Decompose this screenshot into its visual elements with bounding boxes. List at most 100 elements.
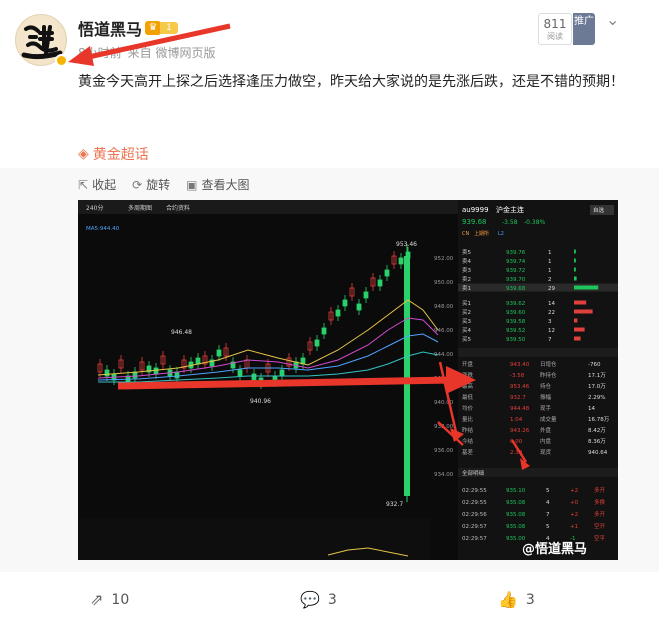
tag-l2: L2: [498, 231, 504, 237]
thumbs-up-icon: 👍: [498, 590, 518, 609]
last-price: 939.68: [462, 218, 487, 226]
orderbook-volume: 1: [548, 250, 552, 256]
collapse-icon: ⇱: [78, 178, 89, 192]
symbol-name: 沪金主连: [496, 205, 524, 214]
axis-label: 950.00: [434, 280, 454, 286]
stat-value: 943.26: [510, 428, 530, 434]
mark-high-local: 946.48: [171, 329, 192, 336]
tick-volume: 5: [546, 488, 550, 494]
trading-screenshot[interactable]: 240分 多周期图 合约资料 MA5:944.40 952.00 950.00 94…: [78, 200, 618, 560]
tf-label: 240分: [86, 204, 103, 212]
mark-low: 932.7: [386, 501, 403, 508]
repost-icon: ⇗: [90, 590, 104, 609]
stat-value: 953.46: [510, 384, 530, 390]
candle: [377, 279, 383, 287]
orderbook-label: 买5: [462, 335, 472, 343]
media-actions: ⇱ 收起 ⟳ 旋转 ▣ 查看大图: [78, 176, 250, 193]
candle: [335, 309, 341, 317]
tag-cn: CN: [462, 231, 469, 237]
candle: [363, 291, 369, 299]
tick-delta: +2: [570, 512, 578, 518]
orderbook-volume: 14: [548, 301, 555, 307]
orderbook-label: 卖3: [462, 267, 472, 274]
post-footer: ⇗ 10 💬 3 👍 3: [0, 582, 659, 617]
repost-count: 10: [111, 591, 130, 608]
orderbook-bar: [574, 285, 599, 290]
like-button[interactable]: 👍 3: [498, 590, 535, 609]
mark-low-local: 940.96: [250, 398, 271, 405]
orderbook-volume: 12: [548, 328, 555, 334]
axis-label: 936.00: [434, 448, 454, 454]
orderbook-label: 买4: [462, 326, 472, 334]
axis-label: 934.00: [434, 472, 454, 478]
axis-label: 952.00: [434, 256, 454, 262]
stat-label: 日增仓: [540, 360, 557, 368]
stat-label: 基差: [462, 448, 474, 456]
stat-value: -3.58: [510, 373, 525, 379]
stat-label: 昨结: [462, 426, 474, 434]
orderbook-bar: [574, 309, 593, 314]
tick-side: 多换: [594, 498, 606, 506]
candle: [321, 327, 327, 335]
stat-value: 943.40: [510, 362, 530, 368]
orderbook-label: 买3: [462, 317, 472, 325]
topic-link[interactable]: ◈ 黄金超话: [78, 144, 149, 164]
stat-label: 成交量: [540, 415, 557, 423]
stat-label: 均价: [462, 404, 474, 412]
stat-label: 今结: [462, 437, 474, 445]
rotate-button[interactable]: ⟳ 旋转: [132, 176, 170, 193]
stat-value: 17.1万: [588, 372, 606, 379]
comment-button[interactable]: 💬 3: [300, 590, 337, 609]
price-pct: -0.38%: [524, 219, 546, 226]
tick-time: 02:29:57: [462, 536, 487, 542]
repost-button[interactable]: ⇗ 10: [90, 590, 129, 609]
tick-time: 02:29:55: [462, 500, 487, 506]
stat-value: 17.0万: [588, 383, 606, 390]
tag-exchange: 上期所: [474, 230, 489, 237]
orderbook-bar: [574, 327, 585, 332]
tick-time: 02:29:56: [462, 512, 487, 518]
tick-side: 多开: [594, 486, 606, 494]
topic-label: 黄金超话: [92, 147, 149, 163]
tick-time: 02:29:55: [462, 488, 487, 494]
stat-value: 940.64: [588, 450, 608, 456]
stat-value: 944.48: [510, 406, 530, 412]
post-text: 黄金今天高开上探之后选择逢压力做空，昨天给大家说的是先涨后跌，还是不错的预期！: [78, 74, 624, 90]
candle: [398, 257, 404, 265]
chevron-down-icon[interactable]: ⌄: [606, 10, 619, 29]
view-large-button[interactable]: ▣ 查看大图: [186, 176, 249, 193]
tick-volume: 4: [546, 500, 550, 506]
tick-side: 空开: [594, 522, 606, 530]
stat-value: 8.42万: [588, 427, 606, 434]
stat-label: 振幅: [540, 393, 552, 401]
symbol-code: au9999: [462, 206, 489, 214]
red-arrow-annotation: [68, 23, 231, 66]
candle: [279, 369, 285, 377]
orderbook-label: 卖2: [462, 276, 471, 283]
promote-button[interactable]: 推广: [573, 13, 595, 45]
candle: [384, 269, 390, 277]
tick-volume: 7: [546, 512, 550, 518]
stat-value: -760: [588, 362, 601, 368]
orderbook-bar: [574, 336, 581, 341]
orderbook-price: 939.74: [506, 259, 526, 265]
stat-label: 外盘: [540, 426, 552, 434]
orderbook-label: 买1: [462, 299, 471, 307]
ticks-header: 全部明细: [462, 469, 485, 477]
orderbook-label: 卖4: [462, 258, 472, 265]
comment-icon: 💬: [300, 590, 320, 609]
read-count-box: 811 阅读: [538, 13, 572, 45]
stat-label: 持仓: [540, 382, 552, 390]
candle: [314, 339, 320, 347]
orderbook-volume: 2: [548, 277, 552, 283]
candle: [237, 369, 243, 377]
collapse-button[interactable]: ⇱ 收起: [78, 176, 116, 193]
stat-value: 2.29%: [588, 395, 605, 401]
stat-label: 现手: [540, 404, 552, 412]
comment-count: 3: [327, 591, 337, 608]
orderbook-price: 939.72: [506, 268, 525, 274]
trading-chart: 240分 多周期图 合约资料 MA5:944.40 952.00 950.00 94…: [78, 200, 618, 560]
tab-multi: 多周期图: [128, 204, 152, 212]
stat-value: 14: [588, 406, 595, 412]
axis-label: 948.00: [434, 304, 454, 310]
